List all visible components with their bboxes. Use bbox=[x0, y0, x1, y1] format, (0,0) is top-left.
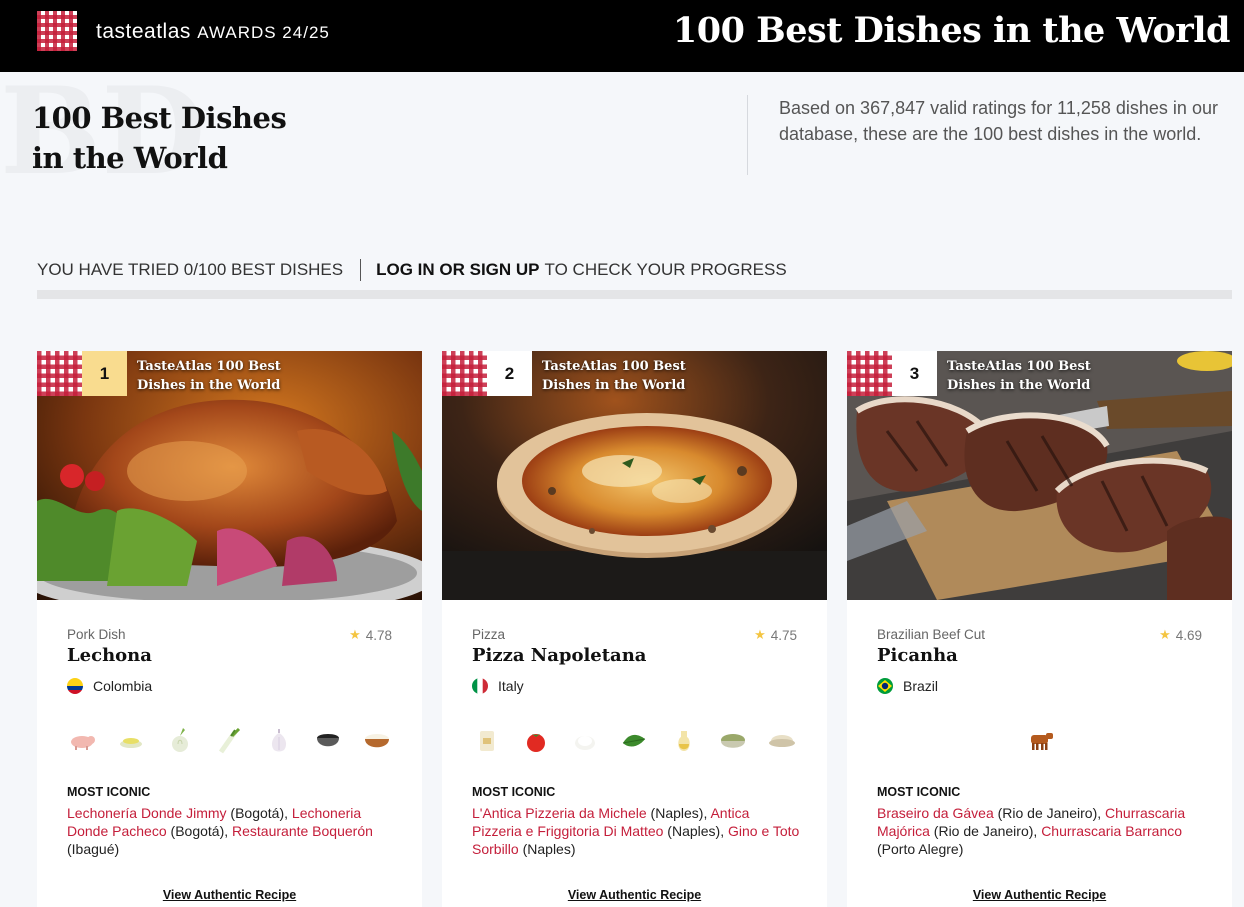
most-iconic-places: Lechonería Donde Jimmy (Bogotá), Lechone… bbox=[67, 805, 373, 857]
star-icon: ★ bbox=[349, 627, 361, 642]
star-icon: ★ bbox=[754, 627, 766, 642]
intro-text: Based on 367,847 valid ratings for 11,25… bbox=[779, 98, 1218, 144]
place-city: (Naples) bbox=[522, 841, 576, 857]
place-link[interactable]: Restaurante Boquerón bbox=[232, 823, 373, 839]
dish-category: Brazilian Beef Cut bbox=[877, 627, 986, 642]
brand-logo[interactable]: tasteatlas AWARDS 24/25 bbox=[96, 20, 330, 44]
rank-badge: 3 bbox=[892, 351, 937, 396]
header-divider bbox=[747, 95, 748, 175]
dish-name[interactable]: Picanha bbox=[877, 645, 958, 666]
pepper-bowl-icon[interactable] bbox=[313, 726, 343, 756]
dish-country[interactable]: Colombia bbox=[67, 678, 152, 694]
dish-card-2[interactable]: 2 TasteAtlas 100 Best Dishes in the Worl… bbox=[442, 351, 827, 907]
dish-image-lechona[interactable]: 1 TasteAtlas 100 Best Dishes in the Worl… bbox=[37, 351, 422, 600]
place-link[interactable]: L'Antica Pizzeria da Michele bbox=[472, 805, 647, 821]
oregano-bowl-icon[interactable] bbox=[718, 726, 748, 756]
garlic-icon[interactable] bbox=[264, 726, 294, 756]
page-title: 100 Best Dishes in the World bbox=[32, 98, 332, 178]
dish-country[interactable]: Brazil bbox=[877, 678, 938, 694]
ingredient-list bbox=[472, 726, 797, 756]
cheese-icon[interactable] bbox=[116, 726, 146, 756]
brazil-flag-icon bbox=[877, 678, 893, 694]
checkered-badge-icon bbox=[442, 351, 487, 396]
view-recipe-link[interactable]: View Authentic Recipe bbox=[37, 888, 422, 902]
most-iconic-places: L'Antica Pizzeria da Michele (Naples), A… bbox=[472, 805, 800, 857]
place-city: (Ibagué) bbox=[67, 841, 120, 857]
award-badge-text: TasteAtlas 100 Best Dishes in the World bbox=[542, 359, 686, 393]
brand-name: tasteatlas bbox=[96, 20, 191, 43]
place-city: (Bogotá) bbox=[170, 823, 225, 839]
rice-bowl-icon[interactable] bbox=[362, 726, 392, 756]
basil-icon[interactable] bbox=[619, 726, 649, 756]
cow-icon[interactable] bbox=[1025, 726, 1055, 756]
brand-awards: AWARDS 24/25 bbox=[197, 23, 330, 42]
dish-name[interactable]: Pizza Napoletana bbox=[472, 645, 646, 666]
dish-rating: ★ 4.75 bbox=[754, 627, 797, 643]
progress-separator bbox=[360, 259, 362, 281]
award-badge-text: TasteAtlas 100 Best Dishes in the World bbox=[137, 359, 281, 393]
dish-rating: ★ 4.78 bbox=[349, 627, 392, 643]
rank-badge: 1 bbox=[82, 351, 127, 396]
view-recipe-link[interactable]: View Authentic Recipe bbox=[847, 888, 1232, 902]
dish-category: Pork Dish bbox=[67, 627, 126, 642]
tried-count-text: YOU HAVE TRIED 0/100 BEST DISHES bbox=[37, 260, 344, 279]
salt-bowl-icon[interactable] bbox=[767, 726, 797, 756]
checkered-badge-icon bbox=[847, 351, 892, 396]
page-title-line-1: 100 Best Dishes bbox=[32, 101, 287, 135]
dish-country[interactable]: Italy bbox=[472, 678, 524, 694]
onion-icon[interactable] bbox=[165, 726, 195, 756]
place-city: (Naples) bbox=[650, 805, 704, 821]
rank-badge: 2 bbox=[487, 351, 532, 396]
green-onion-icon[interactable] bbox=[214, 726, 244, 756]
most-iconic-label: MOST ICONIC bbox=[877, 785, 961, 799]
star-icon: ★ bbox=[1159, 627, 1171, 642]
place-city: (Rio de Janeiro) bbox=[997, 805, 1098, 821]
place-city: (Porto Alegre) bbox=[877, 841, 964, 857]
page-title-line-2: in the World bbox=[32, 141, 228, 175]
checkered-badge-icon bbox=[37, 351, 82, 396]
country-name: Brazil bbox=[903, 678, 939, 694]
place-city: (Bogotá) bbox=[230, 805, 285, 821]
olive-oil-icon[interactable] bbox=[669, 726, 699, 756]
most-iconic-places: Braseiro da Gávea (Rio de Janeiro), Chur… bbox=[877, 805, 1186, 857]
rating-value: 4.69 bbox=[1175, 627, 1202, 643]
place-city: (Naples) bbox=[667, 823, 721, 839]
tomato-icon[interactable] bbox=[521, 726, 551, 756]
dish-image-picanha[interactable]: 3 TasteAtlas 100 Best Dishes in the Worl… bbox=[847, 351, 1232, 600]
ingredient-list bbox=[67, 726, 392, 756]
place-city: (Rio de Janeiro) bbox=[933, 823, 1034, 839]
login-signup-link[interactable]: LOG IN OR SIGN UP bbox=[376, 260, 539, 280]
check-progress-text: TO CHECK YOUR PROGRESS bbox=[544, 260, 787, 279]
dish-rating: ★ 4.69 bbox=[1159, 627, 1202, 643]
dish-name[interactable]: Lechona bbox=[67, 645, 152, 666]
place-link[interactable]: Churrascaria Barranco bbox=[1041, 823, 1182, 839]
italy-flag-icon bbox=[472, 678, 488, 694]
top-bar-title: 100 Best Dishes in the World bbox=[672, 10, 1231, 51]
most-iconic-label: MOST ICONIC bbox=[67, 785, 151, 799]
award-badge-text: TasteAtlas 100 Best Dishes in the World bbox=[947, 359, 1091, 393]
flour-bag-icon[interactable] bbox=[472, 726, 502, 756]
view-recipe-link[interactable]: View Authentic Recipe bbox=[442, 888, 827, 902]
dish-image-pizza-napoletana[interactable]: 2 TasteAtlas 100 Best Dishes in the Worl… bbox=[442, 351, 827, 600]
country-name: Colombia bbox=[93, 678, 153, 694]
pig-icon[interactable] bbox=[67, 726, 97, 756]
mozzarella-icon[interactable] bbox=[570, 726, 600, 756]
progress-bar bbox=[37, 290, 1232, 299]
rating-value: 4.75 bbox=[770, 627, 797, 643]
tasteatlas-logo-icon[interactable] bbox=[37, 11, 77, 51]
dish-category: Pizza bbox=[472, 627, 506, 642]
ingredient-list bbox=[877, 726, 1202, 756]
country-name: Italy bbox=[498, 678, 524, 694]
dish-card-1[interactable]: 1 TasteAtlas 100 Best Dishes in the Worl… bbox=[37, 351, 422, 907]
place-link[interactable]: Lechonería Donde Jimmy bbox=[67, 805, 227, 821]
colombia-flag-icon bbox=[67, 678, 83, 694]
dish-card-3[interactable]: 3 TasteAtlas 100 Best Dishes in the Worl… bbox=[847, 351, 1232, 907]
place-link[interactable]: Braseiro da Gávea bbox=[877, 805, 994, 821]
rating-value: 4.78 bbox=[365, 627, 392, 643]
progress-row: YOU HAVE TRIED 0/100 BEST DISHES LOG IN … bbox=[37, 259, 787, 281]
most-iconic-label: MOST ICONIC bbox=[472, 785, 556, 799]
